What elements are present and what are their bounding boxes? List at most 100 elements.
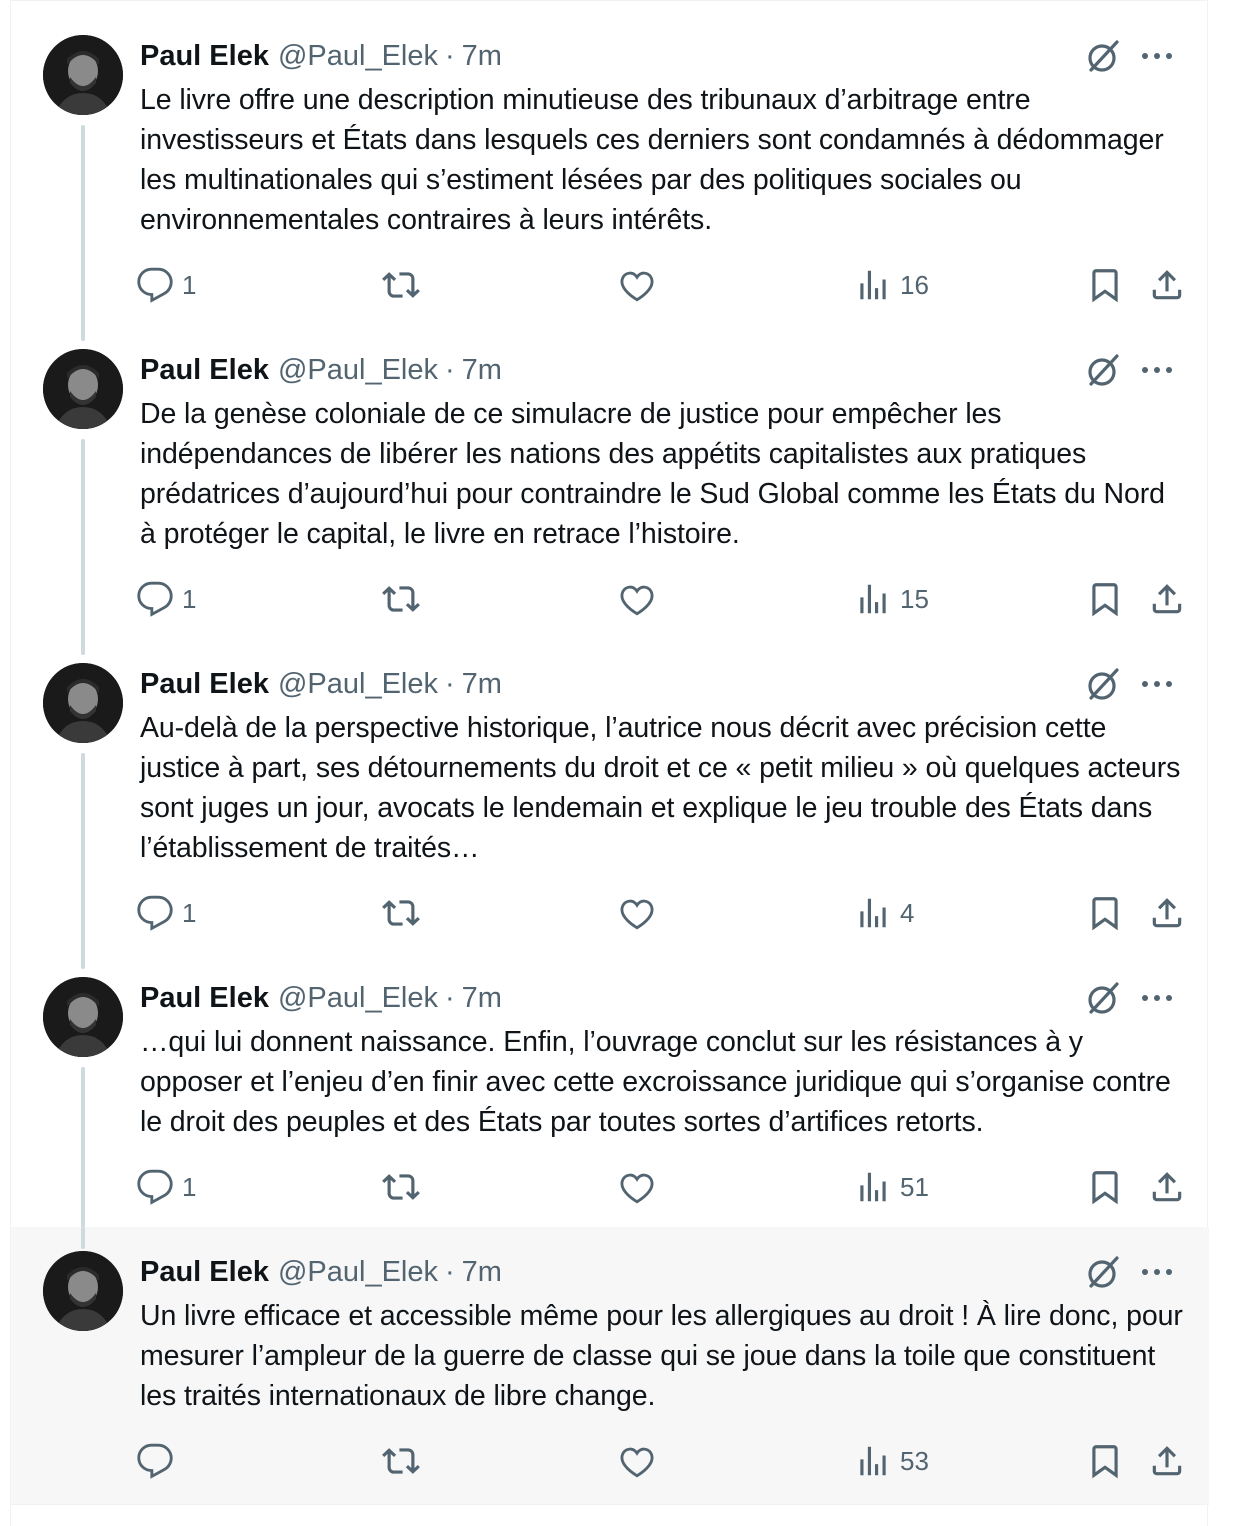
tweet-header: Paul Elek @Paul_Elek · 7m bbox=[140, 350, 502, 390]
action-bar: 1 4 bbox=[136, 891, 1186, 935]
bookmark-button[interactable] bbox=[1086, 577, 1124, 621]
reply-button[interactable] bbox=[136, 1439, 182, 1483]
separator: · bbox=[445, 353, 455, 386]
reply-icon bbox=[137, 895, 173, 931]
more-button[interactable] bbox=[1135, 662, 1179, 706]
tweet[interactable]: Paul Elek @Paul_Elek · 7m Le livre offre… bbox=[11, 1, 1209, 341]
timestamp[interactable]: 7m bbox=[462, 982, 502, 1015]
separator: · bbox=[445, 981, 455, 1014]
grok-button[interactable] bbox=[1081, 976, 1125, 1020]
author-name[interactable]: Paul Elek bbox=[140, 1256, 269, 1289]
more-button[interactable] bbox=[1135, 976, 1179, 1020]
bookmark-button[interactable] bbox=[1086, 1165, 1124, 1209]
more-button[interactable] bbox=[1135, 348, 1179, 392]
reply-icon bbox=[137, 267, 173, 303]
author-handle[interactable]: @Paul_Elek bbox=[278, 1256, 438, 1289]
author-handle[interactable]: @Paul_Elek bbox=[278, 668, 438, 701]
reply-icon bbox=[137, 1169, 173, 1205]
avatar[interactable] bbox=[43, 349, 123, 429]
retweet-button[interactable] bbox=[382, 1439, 420, 1483]
tweet-text: Le livre offre une description minutieus… bbox=[140, 84, 1164, 236]
bookmark-button[interactable] bbox=[1086, 263, 1124, 307]
tweet-text: De la genèse coloniale de ce simulacre d… bbox=[140, 398, 1165, 550]
views-button[interactable]: 53 bbox=[854, 1439, 929, 1483]
grok-icon bbox=[1088, 982, 1119, 1014]
share-button[interactable] bbox=[1148, 263, 1186, 307]
retweet-icon bbox=[382, 586, 420, 612]
like-button[interactable] bbox=[618, 1165, 656, 1209]
timestamp[interactable]: 7m bbox=[462, 40, 502, 73]
avatar[interactable] bbox=[43, 35, 123, 115]
timestamp[interactable]: 7m bbox=[462, 668, 502, 701]
grok-button[interactable] bbox=[1081, 34, 1125, 78]
like-button[interactable] bbox=[618, 263, 656, 307]
author-handle[interactable]: @Paul_Elek bbox=[278, 354, 438, 387]
views-button[interactable]: 4 bbox=[854, 891, 914, 935]
thread-line bbox=[81, 439, 85, 655]
reply-button[interactable]: 1 bbox=[136, 577, 196, 621]
timestamp[interactable]: 7m bbox=[462, 354, 502, 387]
tweet[interactable]: Paul Elek @Paul_Elek · 7m Un livre effic… bbox=[11, 1227, 1209, 1505]
grok-icon bbox=[1088, 1256, 1119, 1288]
author-name[interactable]: Paul Elek bbox=[140, 668, 269, 701]
action-bar: 1 16 bbox=[136, 263, 1186, 307]
views-icon bbox=[860, 270, 886, 300]
share-button[interactable] bbox=[1148, 1165, 1186, 1209]
grok-button[interactable] bbox=[1081, 348, 1125, 392]
more-button[interactable] bbox=[1135, 1250, 1179, 1294]
author-handle[interactable]: @Paul_Elek bbox=[278, 982, 438, 1015]
reply-button[interactable]: 1 bbox=[136, 263, 196, 307]
reply-count: 1 bbox=[182, 1171, 197, 1202]
like-button[interactable] bbox=[618, 1439, 656, 1483]
bookmark-icon bbox=[1092, 897, 1118, 931]
views-button[interactable]: 16 bbox=[854, 263, 929, 307]
share-button[interactable] bbox=[1148, 891, 1186, 935]
like-button[interactable] bbox=[618, 577, 656, 621]
tweet[interactable]: Paul Elek @Paul_Elek · 7m …qui lui donne… bbox=[11, 943, 1209, 1253]
view-count: 53 bbox=[900, 1445, 929, 1476]
like-icon bbox=[620, 585, 654, 616]
retweet-button[interactable] bbox=[382, 891, 420, 935]
more-button[interactable] bbox=[1135, 34, 1179, 78]
retweet-button[interactable] bbox=[382, 577, 420, 621]
grok-icon bbox=[1088, 354, 1119, 386]
view-count: 51 bbox=[900, 1171, 929, 1202]
view-count: 4 bbox=[900, 897, 915, 928]
avatar[interactable] bbox=[43, 1251, 123, 1331]
author-name[interactable]: Paul Elek bbox=[140, 354, 269, 387]
bookmark-icon bbox=[1092, 269, 1118, 303]
grok-icon bbox=[1088, 40, 1119, 72]
bookmark-button[interactable] bbox=[1086, 891, 1124, 935]
views-icon bbox=[860, 898, 886, 928]
author-handle[interactable]: @Paul_Elek bbox=[278, 40, 438, 73]
grok-button[interactable] bbox=[1081, 1250, 1125, 1294]
tweet[interactable]: Paul Elek @Paul_Elek · 7m Au-delà de la … bbox=[11, 629, 1209, 969]
retweet-button[interactable] bbox=[382, 1165, 420, 1209]
like-icon bbox=[620, 1173, 654, 1204]
share-icon bbox=[1152, 270, 1182, 300]
views-button[interactable]: 15 bbox=[854, 577, 929, 621]
bookmark-button[interactable] bbox=[1086, 1439, 1124, 1483]
retweet-icon bbox=[382, 272, 420, 298]
retweet-button[interactable] bbox=[382, 263, 420, 307]
bookmark-icon bbox=[1092, 583, 1118, 617]
tweet-text: Au-delà de la perspective historique, l’… bbox=[140, 712, 1181, 864]
reply-button[interactable]: 1 bbox=[136, 891, 196, 935]
avatar[interactable] bbox=[43, 663, 123, 743]
reply-count: 1 bbox=[182, 269, 197, 300]
reply-count: 1 bbox=[182, 583, 197, 614]
author-name[interactable]: Paul Elek bbox=[140, 982, 269, 1015]
views-button[interactable]: 51 bbox=[854, 1165, 929, 1209]
more-icon bbox=[1142, 1269, 1172, 1275]
reply-button[interactable]: 1 bbox=[136, 1165, 196, 1209]
avatar[interactable] bbox=[43, 977, 123, 1057]
action-bar: 53 bbox=[136, 1439, 1186, 1483]
author-name[interactable]: Paul Elek bbox=[140, 40, 269, 73]
separator: · bbox=[445, 1255, 455, 1288]
share-button[interactable] bbox=[1148, 577, 1186, 621]
tweet[interactable]: Paul Elek @Paul_Elek · 7m De la genèse c… bbox=[11, 315, 1209, 655]
timestamp[interactable]: 7m bbox=[462, 1256, 502, 1289]
grok-button[interactable] bbox=[1081, 662, 1125, 706]
like-button[interactable] bbox=[618, 891, 656, 935]
share-button[interactable] bbox=[1148, 1439, 1186, 1483]
